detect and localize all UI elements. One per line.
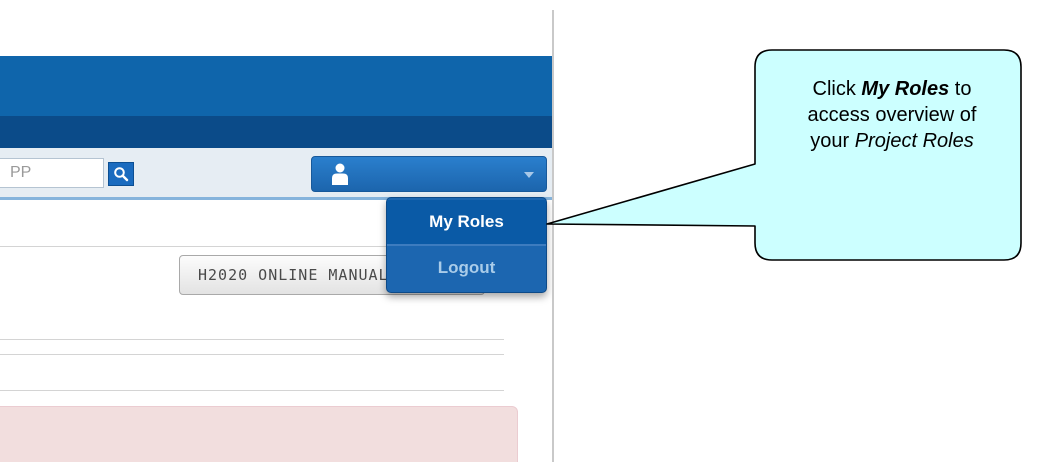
callout-bubble bbox=[546, 49, 1022, 261]
callout-text: Click My Roles to access overview of you… bbox=[764, 76, 1020, 154]
callout-line-1: Click My Roles to bbox=[812, 78, 972, 100]
callout-line-2: access overview of bbox=[807, 104, 977, 126]
callout-line-3: your Project Roles bbox=[810, 130, 974, 152]
